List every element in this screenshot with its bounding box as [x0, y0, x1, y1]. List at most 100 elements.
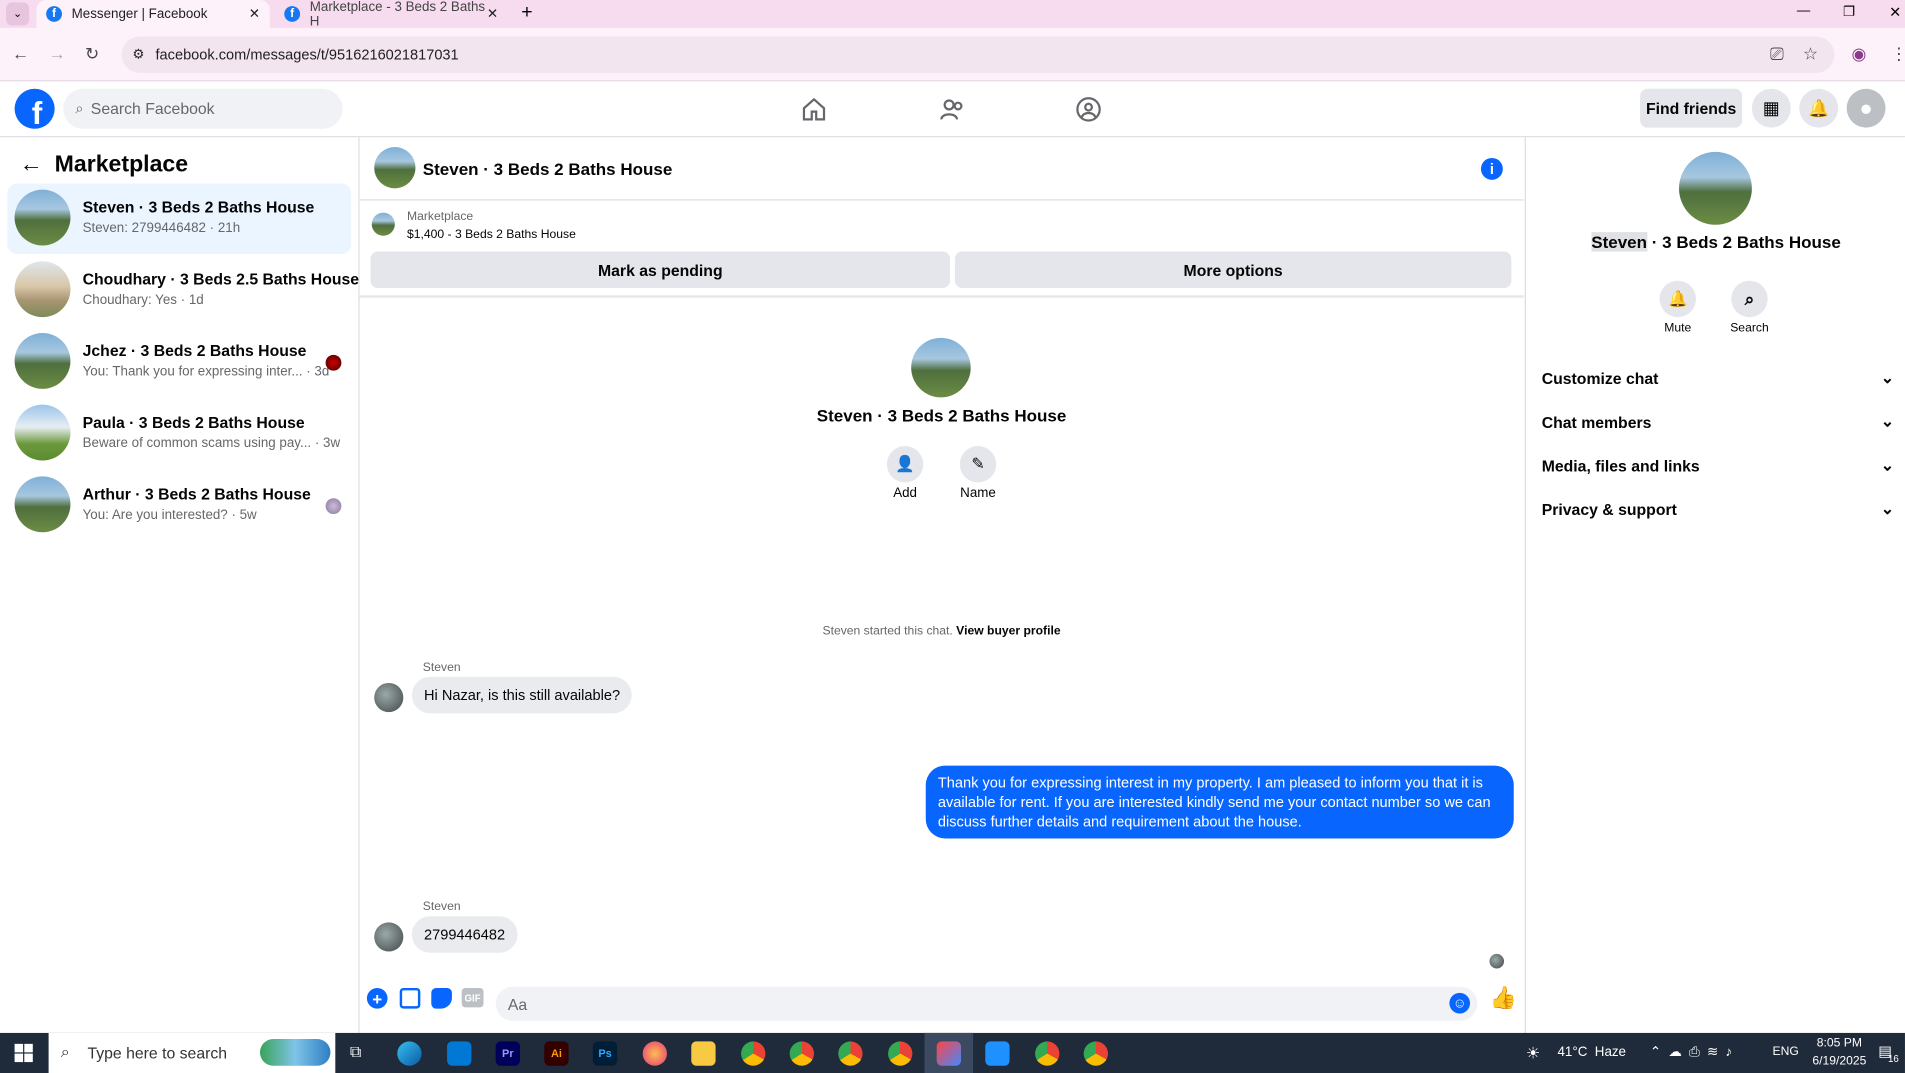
system-tray-icons[interactable]: ⌃☁⎙≋♪	[1650, 1044, 1740, 1061]
privacy-support-section[interactable]: Privacy & support ⌄	[1542, 499, 1894, 518]
illustrator-icon[interactable]: Ai	[544, 1041, 569, 1066]
panel-title: Marketplace	[54, 151, 189, 178]
search-conversation-button[interactable]: ⌕	[1731, 280, 1768, 318]
gif-icon[interactable]: GIF	[461, 987, 484, 1008]
conversation-item[interactable]: Paula · 3 Beds 2 Baths House Beware of c…	[7, 399, 351, 469]
close-tab-icon[interactable]: ✕	[487, 6, 498, 22]
browser-tab-messenger[interactable]: f Messenger | Facebook ✕	[36, 0, 270, 28]
menu-grid-icon[interactable]: ▦	[1751, 88, 1791, 128]
file-explorer-icon[interactable]	[691, 1041, 716, 1066]
new-tab-icon[interactable]: +	[521, 2, 532, 24]
chrome-profile-icon[interactable]	[888, 1041, 913, 1066]
emoji-icon[interactable]: ☺	[1449, 992, 1471, 1014]
edit-name-button[interactable]: ✎	[959, 445, 997, 483]
details-avatar[interactable]	[1678, 151, 1752, 225]
clock-time[interactable]: 8:05 PM	[1810, 1037, 1868, 1050]
mute-label: Mute	[1664, 322, 1692, 336]
groups-icon[interactable]	[1075, 96, 1102, 123]
install-app-icon[interactable]: ⎚	[1770, 44, 1784, 65]
task-view-icon[interactable]: ⧉	[350, 1043, 361, 1062]
tab-title: Messenger | Facebook	[71, 6, 208, 22]
add-person-button[interactable]: 👤	[886, 445, 924, 483]
clock-date[interactable]: 6/19/2025	[1808, 1055, 1871, 1068]
chat-panel: Steven · 3 Beds 2 Baths House i Marketpl…	[359, 137, 1524, 1033]
close-tab-icon[interactable]: ✕	[249, 6, 260, 22]
customize-chat-section[interactable]: Customize chat ⌄	[1542, 368, 1894, 387]
back-arrow-icon[interactable]: ←	[19, 152, 42, 179]
weather-icon[interactable]: ☀	[1526, 1044, 1540, 1063]
incoming-message[interactable]: 2799446482	[411, 916, 518, 953]
find-friends-button[interactable]: Find friends	[1640, 88, 1743, 128]
outgoing-message[interactable]: Thank you for expressing interest in my …	[925, 765, 1514, 839]
taskbar-search-input[interactable]: ⌕ Type here to search	[48, 1032, 336, 1073]
view-buyer-profile-link[interactable]: View buyer profile	[956, 625, 1060, 638]
info-icon[interactable]: i	[1480, 157, 1503, 180]
search-icon: ⌕	[75, 99, 84, 117]
bookmark-star-icon[interactable]: ☆	[1803, 44, 1818, 65]
conversation-list-panel: ← Marketplace Steven · 3 Beds 2 Baths Ho…	[0, 137, 360, 1033]
thumbs-up-icon[interactable]: 👍	[1489, 986, 1516, 1012]
chrome-profile-icon[interactable]	[838, 1041, 863, 1066]
home-icon[interactable]	[801, 96, 828, 123]
chat-title[interactable]: Steven · 3 Beds 2 Baths House	[423, 159, 673, 178]
add-person-icon: 👤	[895, 454, 915, 473]
incoming-message[interactable]: Hi Nazar, is this still available?	[411, 676, 633, 714]
mute-button[interactable]: 🔔	[1659, 280, 1697, 318]
windows-start-icon[interactable]	[14, 1043, 33, 1063]
attach-photo-icon[interactable]	[399, 987, 421, 1009]
conversation-snippet: Steven: 2799446482 · 21h	[82, 221, 241, 236]
restore-window-icon[interactable]: ❐	[1843, 4, 1855, 20]
pinned-app-icon[interactable]	[985, 1041, 1010, 1066]
chat-members-section[interactable]: Chat members ⌄	[1542, 412, 1894, 431]
close-window-icon[interactable]: ✕	[1889, 4, 1901, 21]
media-files-links-section[interactable]: Media, files and links ⌄	[1542, 456, 1894, 475]
conversation-item[interactable]: Arthur · 3 Beds 2 Baths House You: Are y…	[7, 470, 351, 540]
conversation-item[interactable]: Jchez · 3 Beds 2 Baths House You: Thank …	[7, 327, 351, 397]
address-bar[interactable]: ⚙ facebook.com/messages/t/95162160218170…	[121, 36, 1835, 73]
site-info-icon[interactable]: ⚙	[132, 46, 144, 62]
seen-avatar-icon	[325, 354, 342, 371]
photoshop-icon[interactable]: Ps	[592, 1041, 618, 1066]
chevron-down-icon: ⌄	[1880, 411, 1895, 431]
premiere-pro-icon[interactable]: Pr	[495, 1041, 520, 1066]
tab-search-chevron-icon[interactable]: ⌄	[6, 2, 30, 26]
account-avatar[interactable]: ●	[1846, 88, 1886, 128]
sender-avatar[interactable]	[374, 922, 404, 952]
reload-icon[interactable]: ↻	[85, 44, 99, 65]
conversation-item[interactable]: Choudhary · 3 Beds 2.5 Baths House Choud…	[7, 255, 359, 325]
edge-browser-icon[interactable]	[397, 1041, 422, 1066]
notifications-bell-icon[interactable]: 🔔	[1799, 88, 1839, 128]
profile-icon[interactable]: ◉	[1852, 44, 1867, 65]
chrome-profile-icon[interactable]	[1083, 1041, 1108, 1066]
message-sender: Steven	[422, 900, 461, 914]
chrome-profile-icon[interactable]	[741, 1041, 766, 1066]
conversation-item[interactable]: Steven · 3 Beds 2 Baths House Steven: 27…	[7, 183, 352, 254]
forward-arrow-icon[interactable]: →	[49, 44, 66, 63]
message-composer: + GIF Aa ☺ 👍	[360, 982, 1524, 1033]
message-input[interactable]: Aa ☺	[495, 986, 1478, 1021]
chrome-profile-icon[interactable]	[789, 1041, 814, 1066]
facebook-search-input[interactable]: ⌕ Search Facebook	[63, 88, 343, 129]
facebook-logo-icon[interactable]: f	[14, 88, 55, 129]
windows-taskbar: ⌕ Type here to search ⧉ Pr Ai Ps ☀ 41°C …	[0, 1032, 1905, 1073]
pinned-app-icon[interactable]	[936, 1041, 961, 1066]
url-text: facebook.com/messages/t/9516216021817031	[155, 46, 459, 64]
back-arrow-icon[interactable]: ←	[12, 44, 29, 63]
sender-avatar[interactable]	[374, 682, 404, 713]
weather-text[interactable]: 41°C Haze	[1558, 1045, 1626, 1060]
chrome-profile-icon[interactable]	[1035, 1041, 1060, 1066]
mark-as-pending-button[interactable]: Mark as pending	[370, 251, 951, 289]
sticker-icon[interactable]	[431, 987, 452, 1009]
friends-icon[interactable]	[939, 96, 966, 123]
browser-menu-icon[interactable]: ⋮	[1890, 44, 1905, 65]
more-actions-plus-icon[interactable]: +	[366, 987, 388, 1009]
language-indicator[interactable]: ENG	[1773, 1045, 1799, 1058]
browser-tab-marketplace[interactable]: f Marketplace - 3 Beds 2 Baths H ✕	[275, 0, 508, 29]
section-label: Privacy & support	[1541, 500, 1677, 519]
minimize-window-icon[interactable]: —	[1797, 4, 1810, 19]
chat-avatar[interactable]	[374, 147, 416, 189]
microsoft-store-icon[interactable]	[447, 1041, 472, 1066]
more-options-button[interactable]: More options	[954, 251, 1512, 289]
listing-thumbnail[interactable]	[371, 212, 395, 236]
firefox-icon[interactable]	[642, 1041, 667, 1066]
